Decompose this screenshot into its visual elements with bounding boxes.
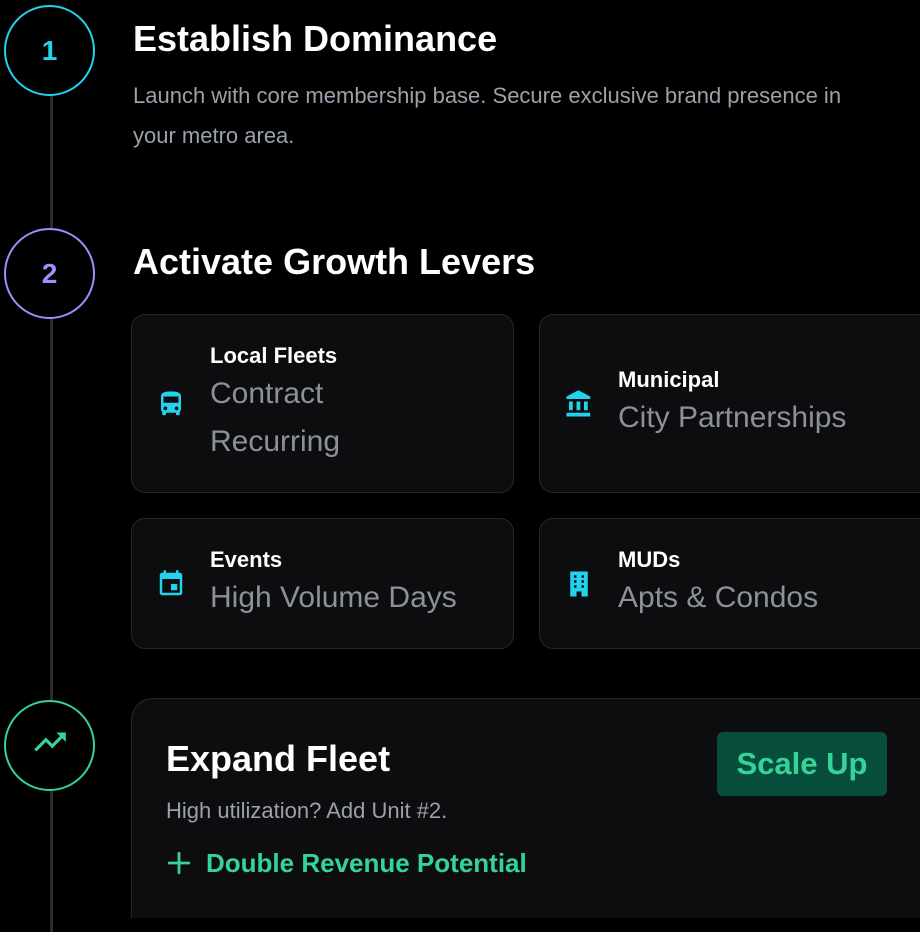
expand-description: High utilization? Add Unit #2. [166, 798, 448, 823]
lever-card-muds: MUDs Apts & Condos [539, 518, 920, 649]
step-2-title: Activate Growth Levers [133, 241, 536, 282]
step-1-title: Establish Dominance [133, 18, 498, 59]
lever-subtitle: Contract Recurring [210, 376, 341, 458]
double-revenue-cta: Double Revenue Potential [166, 847, 527, 879]
step-1-number: 1 [41, 34, 58, 66]
step-2-number: 2 [41, 257, 58, 289]
step-3-circle [4, 700, 95, 791]
step-1-circle: 1 [4, 5, 95, 96]
lever-card-local-fleets: Local Fleets Contract Recurring [131, 314, 514, 493]
scale-up-badge: Scale Up [717, 732, 887, 796]
step-2-circle: 2 [4, 228, 95, 319]
step-1-description: Launch with core membership base. Secure… [133, 83, 842, 148]
lever-card-municipal: Municipal City Partnerships [539, 314, 920, 493]
bus-icon [156, 389, 186, 419]
lever-title: Local Fleets [210, 342, 338, 368]
lever-subtitle: City Partnerships [618, 400, 847, 434]
apartment-building-icon [564, 569, 594, 599]
plus-icon [166, 850, 192, 876]
expand-title: Expand Fleet [166, 738, 391, 779]
lever-subtitle: Apts & Condos [618, 580, 819, 614]
lever-card-events: Events High Volume Days [131, 518, 514, 649]
timeline-line [50, 52, 53, 932]
calendar-icon [156, 569, 186, 599]
bank-icon [564, 389, 594, 419]
lever-subtitle: High Volume Days [210, 580, 457, 614]
cta-label: Double Revenue Potential [206, 848, 527, 878]
trending-up-icon [31, 723, 69, 768]
expand-fleet-card: Expand Fleet Scale Up High utilization? … [131, 698, 920, 918]
lever-title: MUDs [618, 546, 681, 572]
lever-title: Events [210, 546, 283, 572]
lever-title: Municipal [618, 366, 720, 392]
